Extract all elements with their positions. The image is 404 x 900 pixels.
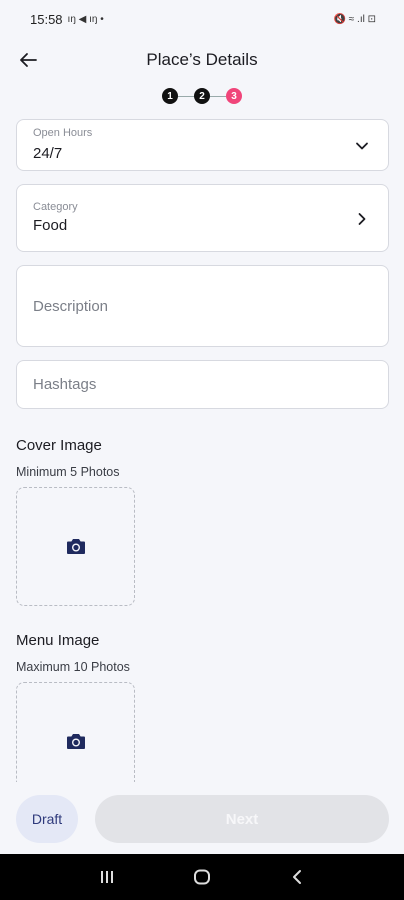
page-title: Place’s Details xyxy=(146,50,258,69)
hashtags-field[interactable]: Hashtags xyxy=(16,360,389,409)
chevron-right-icon xyxy=(358,213,366,225)
draft-button[interactable]: Draft xyxy=(16,795,78,843)
step-connector xyxy=(210,95,226,97)
next-button[interactable]: Next xyxy=(95,795,389,843)
open-hours-value: 24/7 xyxy=(33,145,63,162)
recent-apps-button[interactable] xyxy=(87,862,127,892)
category-value: Food xyxy=(33,217,68,234)
open-hours-select[interactable]: Open Hours 24/7 xyxy=(16,119,389,171)
back-chevron-icon xyxy=(292,870,301,884)
hashtags-placeholder: Hashtags xyxy=(33,376,97,393)
cover-image-subtitle: Minimum 5 Photos xyxy=(16,465,120,479)
back-button[interactable] xyxy=(14,48,42,72)
home-icon xyxy=(193,869,210,885)
menu-image-subtitle: Maximum 10 Photos xyxy=(16,660,130,674)
description-placeholder: Description xyxy=(33,298,109,315)
bottom-action-bar: Draft Next xyxy=(0,782,404,854)
system-status-icons: 🔇 ≈ .ıl ⊡ xyxy=(333,13,376,25)
cover-image-title: Cover Image xyxy=(16,437,102,454)
chevron-down-icon xyxy=(356,142,368,150)
notification-icons: ıŋ ◀ ıŋ • xyxy=(67,13,104,25)
camera-icon xyxy=(66,539,85,554)
menu-image-title: Menu Image xyxy=(16,632,100,649)
camera-icon xyxy=(66,734,85,749)
step-connector xyxy=(178,95,194,97)
system-navigation-bar xyxy=(0,854,404,900)
progress-stepper: 1 2 3 xyxy=(0,86,404,106)
status-time: 15:58 xyxy=(30,11,63,27)
step-1: 1 xyxy=(162,88,178,104)
cover-image-upload[interactable] xyxy=(16,487,135,606)
step-3-active: 3 xyxy=(226,88,242,104)
status-bar: 15:58 ıŋ ◀ ıŋ • 🔇 ≈ .ıl ⊡ xyxy=(0,0,404,38)
app-header: Place’s Details xyxy=(0,40,404,80)
open-hours-label: Open Hours xyxy=(33,127,93,139)
arrow-left-icon xyxy=(20,53,37,67)
step-2: 2 xyxy=(194,88,210,104)
description-field[interactable]: Description xyxy=(16,265,389,347)
home-button[interactable] xyxy=(182,862,222,892)
recent-apps-icon xyxy=(101,871,114,883)
category-label: Category xyxy=(33,201,78,213)
back-nav-button[interactable] xyxy=(277,862,317,892)
category-select[interactable]: Category Food xyxy=(16,184,389,252)
